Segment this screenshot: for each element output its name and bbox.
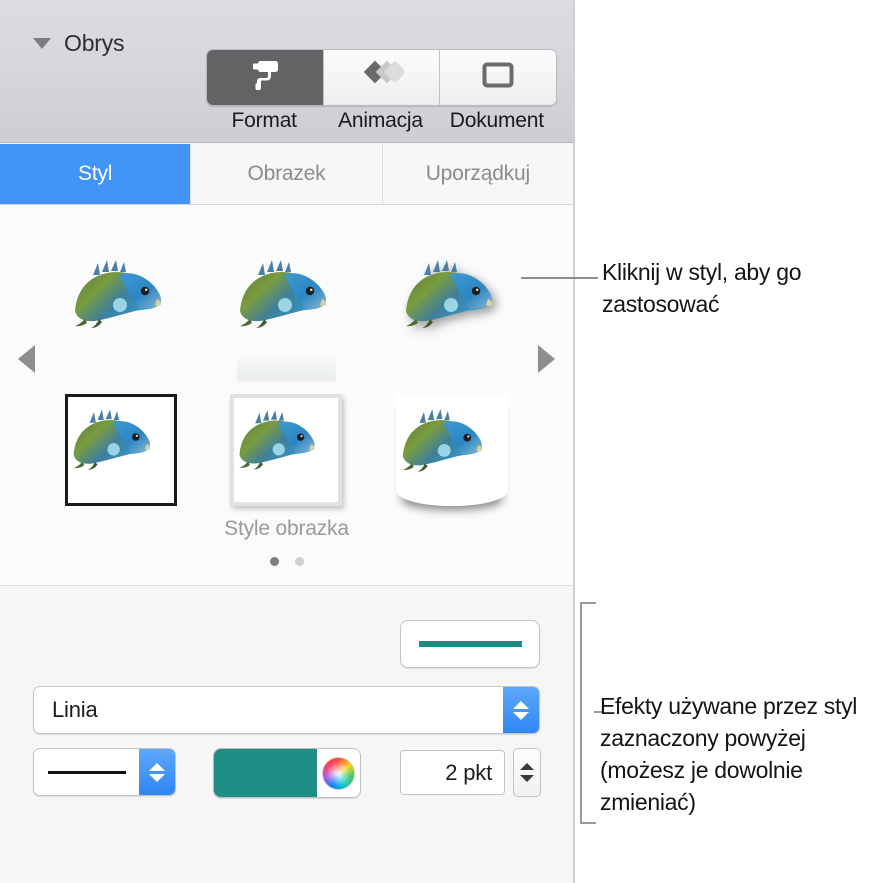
inspector-header: Format Animacja Dokument bbox=[0, 0, 573, 143]
gallery-label: Style obrazka bbox=[224, 517, 349, 540]
style-thumbnail-reflection[interactable] bbox=[230, 239, 342, 381]
paint-roller-icon bbox=[244, 58, 286, 97]
outline-style-value: Linia bbox=[52, 697, 98, 722]
iguana-photo bbox=[68, 397, 174, 503]
style-thumbnail-plain[interactable] bbox=[65, 239, 177, 351]
callout-leader-line bbox=[521, 277, 598, 279]
style-thumbnail-grid bbox=[38, 217, 535, 527]
color-wheel-button[interactable] bbox=[317, 749, 360, 797]
document-rectangle-icon bbox=[481, 61, 515, 94]
chevron-updown-icon[interactable] bbox=[139, 749, 175, 795]
outline-style-select[interactable]: Linia bbox=[33, 686, 540, 734]
iguana-photo bbox=[396, 239, 508, 351]
tab-uporzadkuj[interactable]: Uporządkuj bbox=[383, 144, 573, 204]
segment-document[interactable] bbox=[440, 50, 556, 105]
page-dot-1[interactable] bbox=[269, 557, 279, 566]
segment-label-document[interactable]: Dokument bbox=[439, 106, 555, 136]
gallery-page-dots bbox=[0, 557, 573, 566]
style-thumbnail-gray-frame[interactable] bbox=[230, 393, 343, 506]
callout-style: Kliknij w styl, aby go zastosować bbox=[602, 259, 802, 317]
style-thumbnail-black-frame[interactable] bbox=[64, 393, 177, 506]
segment-label-animation[interactable]: Animacja bbox=[322, 106, 438, 136]
segment-format[interactable] bbox=[207, 50, 324, 105]
outline-color-well[interactable] bbox=[213, 748, 361, 798]
style-thumbnail-curled-page[interactable] bbox=[396, 393, 509, 506]
outline-width-field[interactable]: 2 pkt bbox=[400, 750, 505, 795]
outline-section-title: Obrys bbox=[64, 30, 125, 56]
inspector-tab-bar: Styl Obrazek Uporządkuj bbox=[0, 144, 573, 205]
line-style-select[interactable] bbox=[33, 748, 176, 796]
iguana-photo bbox=[396, 394, 508, 506]
callout-bracket bbox=[580, 602, 596, 824]
callout-effects: Efekty używane przez styl zaznaczony pow… bbox=[600, 693, 858, 815]
color-swatch[interactable] bbox=[214, 749, 317, 797]
chevron-updown-icon[interactable] bbox=[503, 687, 539, 733]
image-styles-gallery: Style obrazka bbox=[0, 205, 573, 586]
segment-label-format[interactable]: Format bbox=[206, 106, 322, 136]
iguana-photo bbox=[234, 398, 338, 502]
triangle-right-icon[interactable] bbox=[538, 345, 555, 373]
format-inspector-panel: Format Animacja Dokument Styl Obrazek Up… bbox=[0, 0, 575, 883]
style-thumbnail-shadow[interactable] bbox=[396, 239, 508, 351]
teal-line-sample bbox=[418, 641, 522, 647]
segmented-control-labels: Format Animacja Dokument bbox=[206, 106, 555, 136]
inspector-segmented-control[interactable] bbox=[206, 49, 557, 106]
color-wheel-icon bbox=[322, 756, 355, 790]
tab-styl[interactable]: Styl bbox=[0, 144, 192, 204]
iguana-photo bbox=[230, 239, 342, 351]
triangle-down-icon[interactable] bbox=[33, 38, 51, 49]
outline-section-header[interactable]: Obrys bbox=[33, 30, 125, 57]
outline-width-stepper[interactable] bbox=[513, 748, 541, 797]
triangle-left-icon[interactable] bbox=[18, 345, 35, 373]
iguana-photo bbox=[65, 239, 177, 351]
outline-line-preview-button[interactable] bbox=[400, 620, 540, 668]
reflection-effect bbox=[237, 351, 336, 381]
screenshot-root: Format Animacja Dokument Styl Obrazek Up… bbox=[0, 0, 896, 883]
tab-obrazek[interactable]: Obrazek bbox=[191, 144, 383, 204]
solid-line-icon bbox=[34, 770, 139, 774]
segment-animation[interactable] bbox=[323, 50, 441, 105]
page-dot-2[interactable] bbox=[294, 557, 304, 566]
animation-diamonds-icon bbox=[360, 60, 406, 95]
